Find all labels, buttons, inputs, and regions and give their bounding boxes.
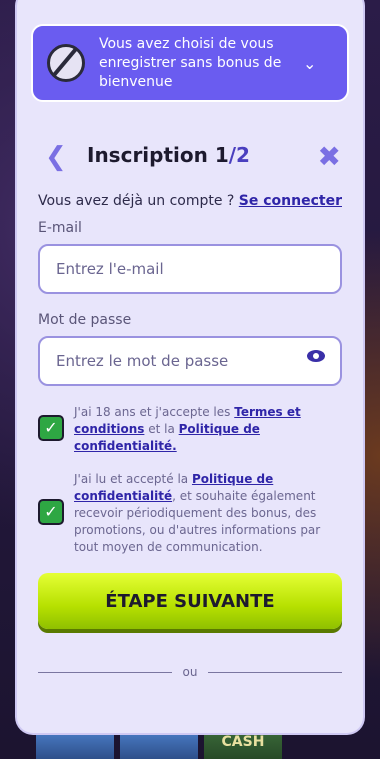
divider-line (208, 672, 342, 673)
step-indicator: /2 (228, 143, 250, 167)
consent-marketing-text: J'ai lu et accepté la Politique de confi… (74, 472, 321, 554)
login-prompt: Vous avez déjà un compte ? Se connecter (38, 193, 342, 209)
game-tile (36, 729, 114, 759)
game-tiles: CASH (0, 729, 380, 759)
password-label: Mot de passe (38, 312, 132, 328)
consent-marketing-checkbox[interactable]: ✓ (38, 499, 64, 525)
email-label: E-mail (38, 220, 82, 236)
game-tile (120, 729, 198, 759)
no-bonus-banner[interactable]: Vous avez choisi de vous enregistrer san… (31, 24, 349, 102)
consent-terms-checkbox[interactable]: ✓ (38, 415, 64, 441)
registration-modal: Vous avez choisi de vous enregistrer san… (17, 0, 363, 733)
password-field[interactable] (38, 336, 342, 386)
page-title: Inscription 1/2 (87, 143, 250, 167)
email-field[interactable] (38, 244, 342, 294)
consent-terms-text: J'ai 18 ans et j'accepte les Termes et c… (74, 405, 301, 453)
login-link[interactable]: Se connecter (239, 193, 342, 209)
or-divider: ou (38, 665, 342, 679)
eye-icon[interactable] (307, 350, 325, 362)
game-tile-cash: CASH (204, 729, 282, 759)
no-bonus-icon (47, 44, 85, 82)
chevron-left-icon[interactable]: ❮ (45, 142, 67, 172)
close-icon[interactable]: ✖ (318, 140, 341, 173)
banner-text: Vous avez choisi de vous enregistrer san… (99, 35, 282, 90)
chevron-down-icon[interactable]: ⌄ (303, 54, 316, 73)
next-step-button[interactable]: ÉTAPE SUIVANTE (38, 573, 342, 629)
login-prompt-text: Vous avez déjà un compte ? (38, 193, 235, 209)
modal-header: ❮ Inscription 1/2 ✖ (45, 140, 341, 174)
